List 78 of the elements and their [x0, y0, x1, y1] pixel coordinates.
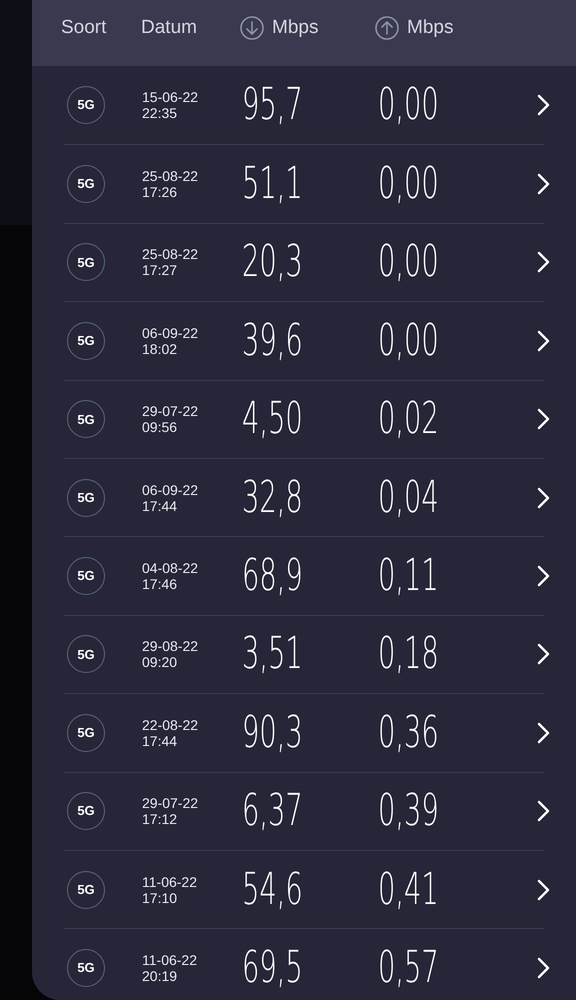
upload-icon	[375, 16, 399, 40]
test-time: 17:44	[142, 732, 178, 749]
chevron-right-icon[interactable]	[536, 799, 550, 824]
download-speed: 54,6	[242, 868, 303, 912]
chevron-right-icon[interactable]	[536, 250, 550, 274]
network-badge: 5G	[67, 714, 105, 752]
upload-speed: 0,36	[378, 710, 439, 755]
test-date: 22-08-22	[142, 716, 200, 733]
test-date: 11-06-22	[142, 874, 198, 890]
test-date: 29-07-22	[142, 795, 200, 812]
upload-speed: 0,00	[378, 162, 439, 206]
test-date: 25-08-22	[142, 168, 200, 184]
chevron-right-icon[interactable]	[536, 878, 550, 902]
test-time: 17:10	[142, 890, 178, 906]
download-speed: 39,6	[242, 318, 303, 363]
upload-speed: 0,39	[378, 789, 439, 834]
upload-speed: 0,11	[378, 554, 439, 598]
download-speed: 6,37	[242, 789, 303, 834]
download-speed: 90,3	[242, 710, 303, 755]
chevron-right-icon[interactable]	[536, 407, 550, 432]
column-header[interactable]: Datum	[141, 14, 240, 42]
chevron-right-icon[interactable]	[536, 720, 550, 745]
network-badge: 5G	[67, 400, 105, 438]
chevron-right-icon[interactable]	[536, 486, 550, 510]
download-icon	[240, 16, 264, 40]
network-badge: 5G	[67, 322, 105, 360]
network-badge: 5G	[67, 478, 105, 517]
upload-speed: 0,18	[378, 632, 439, 676]
test-time: 09:56	[142, 419, 178, 436]
chevron-right-icon[interactable]	[536, 328, 550, 353]
download-speed: 32,8	[242, 476, 303, 520]
test-time: 20:19	[142, 968, 178, 984]
upload-speed: 0,41	[378, 868, 439, 912]
network-badge: 5G	[67, 557, 105, 596]
test-time: 18:02	[142, 340, 178, 357]
network-badge: 5G	[67, 870, 105, 909]
column-header[interactable]: Mbps	[272, 14, 318, 42]
upload-speed: 0,00	[378, 83, 439, 128]
chevron-right-icon[interactable]	[536, 642, 550, 666]
upload-speed: 0,57	[378, 946, 439, 990]
download-speed: 3,51	[242, 632, 303, 676]
test-date: 06-09-22	[142, 482, 200, 498]
chevron-right-icon[interactable]	[536, 172, 550, 196]
network-badge: 5G	[67, 165, 105, 204]
test-date: 06-09-22	[142, 324, 200, 341]
download-speed: 69,5	[242, 946, 303, 990]
network-badge: 5G	[67, 243, 105, 282]
test-date: 29-07-22	[142, 403, 200, 420]
upload-speed: 0,00	[378, 240, 439, 284]
test-date: 11-06-22	[142, 952, 198, 968]
network-badge: 5G	[67, 792, 105, 830]
chevron-right-icon[interactable]	[536, 564, 550, 588]
upload-speed: 0,02	[378, 397, 439, 442]
chevron-right-icon[interactable]	[536, 93, 550, 118]
chevron-right-icon[interactable]	[536, 956, 550, 980]
download-speed: 95,7	[242, 83, 303, 128]
download-speed: 4,50	[242, 397, 303, 442]
download-speed: 68,9	[242, 554, 303, 598]
download-speed: 20,3	[242, 240, 303, 284]
network-badge: 5G	[67, 86, 105, 124]
network-badge: 5G	[67, 948, 105, 987]
test-time: 22:35	[142, 105, 178, 122]
test-time: 17:44	[142, 498, 178, 514]
test-time: 09:20	[142, 654, 178, 670]
network-badge: 5G	[67, 635, 105, 674]
test-time: 17:46	[142, 576, 178, 592]
test-time: 17:27	[142, 262, 178, 278]
test-time: 17:12	[142, 811, 178, 828]
download-speed: 51,1	[242, 162, 303, 206]
test-date: 04-08-22	[142, 560, 200, 576]
test-date: 15-06-22	[142, 89, 200, 106]
test-date: 25-08-22	[142, 246, 200, 262]
test-date: 29-08-22	[142, 638, 200, 654]
column-header[interactable]: Soort	[61, 14, 141, 42]
test-time: 17:26	[142, 184, 178, 200]
upload-speed: 0,00	[378, 318, 439, 363]
upload-speed: 0,04	[378, 476, 439, 520]
column-header[interactable]: Mbps	[407, 14, 454, 42]
